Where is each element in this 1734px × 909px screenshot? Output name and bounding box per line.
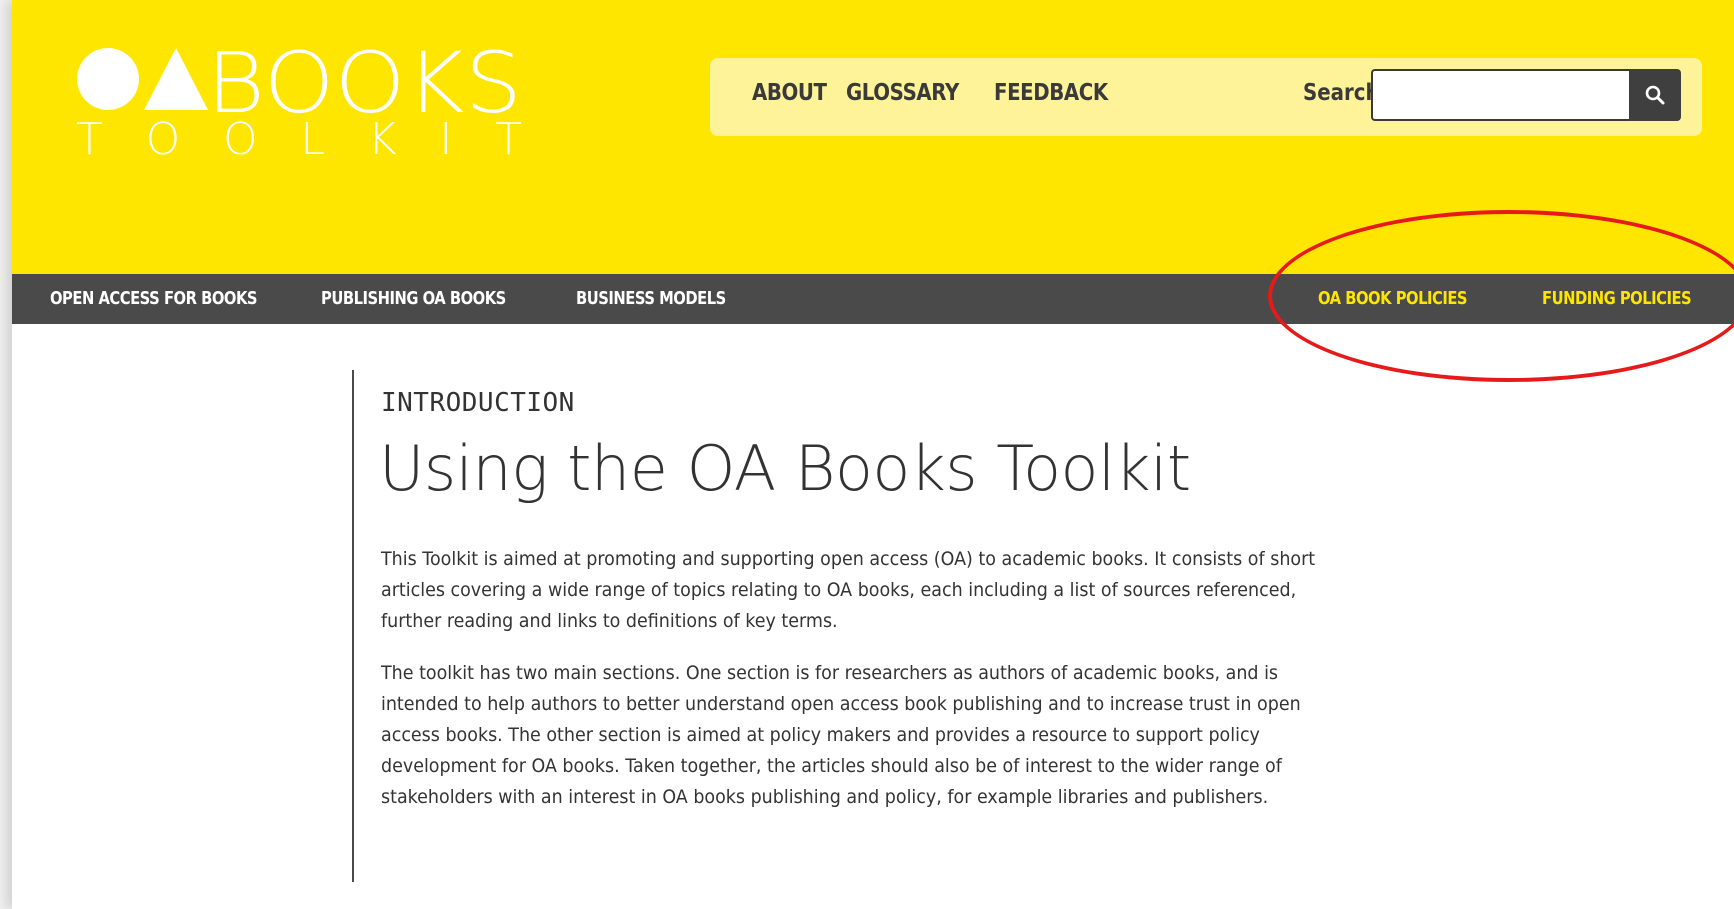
search-input[interactable] <box>1371 69 1629 121</box>
logo-triangle-icon <box>144 48 208 110</box>
nav-glossary-link[interactable]: GLOSSARY <box>846 80 959 106</box>
nav-oa-book-policies[interactable]: OA BOOK POLICIES <box>1318 288 1468 309</box>
nav-open-access-for-books[interactable]: OPEN ACCESS FOR BOOKS <box>50 288 258 309</box>
top-nav: ABOUT GLOSSARY FEEDBACK Search <box>710 58 1702 136</box>
logo-graphic: BOOKS TOOLKIT <box>76 40 522 160</box>
nav-about-link[interactable]: ABOUT <box>752 80 827 106</box>
nav-publishing-oa-books[interactable]: PUBLISHING OA BOOKS <box>321 288 506 309</box>
logo-circle-icon <box>77 48 139 110</box>
site-logo[interactable]: BOOKS TOOLKIT <box>72 40 532 160</box>
intro-paragraph-1: This Toolkit is aimed at promoting and s… <box>381 548 1316 632</box>
main-nav: OPEN ACCESS FOR BOOKS PUBLISHING OA BOOK… <box>12 274 1734 324</box>
section-kicker: INTRODUCTION <box>381 388 575 418</box>
intro-section: INTRODUCTION Using the OA Books Toolkit … <box>352 370 1352 882</box>
nav-feedback-link[interactable]: FEEDBACK <box>994 80 1108 106</box>
nav-funding-policies[interactable]: FUNDING POLICIES <box>1542 288 1692 309</box>
site-header: BOOKS TOOLKIT ABOUT GLOSSARY FEEDBACK Se… <box>12 0 1734 274</box>
page-title: Using the OA Books Toolkit <box>379 432 1191 505</box>
page-frame: BOOKS TOOLKIT ABOUT GLOSSARY FEEDBACK Se… <box>12 0 1734 909</box>
magnifier-icon <box>1645 85 1665 105</box>
intro-paragraph-2: The toolkit has two main sections. One s… <box>381 662 1301 808</box>
search-button[interactable] <box>1629 69 1681 121</box>
search-label: Search <box>1303 80 1380 106</box>
nav-business-models[interactable]: BUSINESS MODELS <box>576 288 726 309</box>
